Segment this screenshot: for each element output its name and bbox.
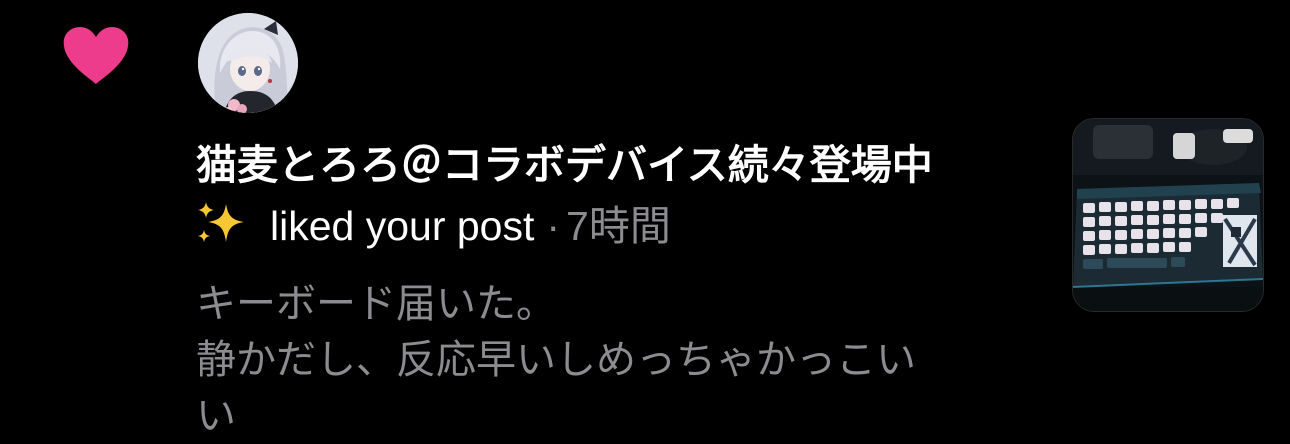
post-preview[interactable]: キーボード届いた。 静かだし、反応早いしめっちゃかっこい い — [196, 276, 1016, 444]
keyboard-photo — [1073, 119, 1263, 311]
avatar[interactable] — [198, 13, 298, 113]
post-line: 静かだし、反応早いしめっちゃかっこい — [196, 337, 916, 383]
action-line: liked your post · 7時間 — [196, 200, 671, 252]
activity-notification[interactable]: 猫麦とろろ＠コラボデバイス続々登場中 liked your post · 7時間 キ… — [0, 0, 1290, 439]
sparkles-icon — [196, 200, 252, 246]
time-ago: 7時間 — [566, 203, 671, 249]
post-line: キーボード届いた。 — [196, 281, 556, 327]
heart-icon — [62, 26, 130, 86]
user-name[interactable]: 猫麦とろろ＠コラボデバイス続々登場中 — [196, 139, 933, 191]
post-line: い — [196, 393, 236, 439]
action-text: liked your post — [270, 203, 535, 249]
post-thumbnail[interactable] — [1072, 118, 1264, 312]
meta-separator: · — [546, 203, 561, 249]
